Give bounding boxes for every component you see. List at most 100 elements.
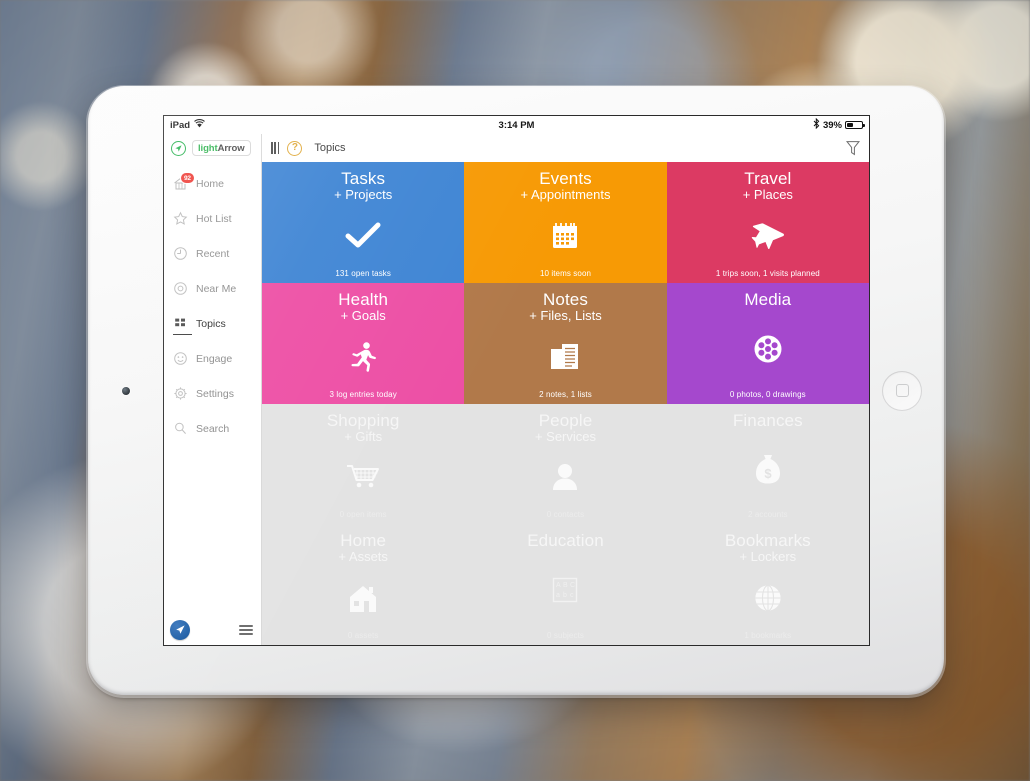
tile-footer: 0 photos, 0 drawings (729, 389, 806, 399)
svg-text:C: C (570, 582, 575, 589)
documents-icon (550, 324, 580, 390)
abc-block-icon: ABC abc (552, 549, 578, 631)
tile-title: Media (744, 289, 792, 309)
status-time: 3:14 PM (498, 119, 535, 131)
tile-tasks[interactable]: Tasks + Projects 131 open tasks (262, 162, 465, 283)
brand-row[interactable]: lightArrow (164, 134, 261, 162)
tile-subtitle: + Places (742, 187, 793, 202)
airplane-icon (751, 203, 785, 269)
sidebar-item-hot-list[interactable]: Hot List (164, 201, 261, 236)
tile-subtitle: + Projects (334, 187, 393, 202)
tile-footer: 0 contacts (546, 510, 585, 520)
sidebar-item-label: Hot List (196, 212, 232, 225)
columns-icon[interactable] (271, 142, 280, 154)
sidebar-item-label: Home (196, 177, 225, 190)
tile-shopping[interactable]: Shopping + Gifts 0 open items (262, 403, 465, 525)
tile-health[interactable]: Health + Goals 3 log entries today (262, 282, 465, 404)
tile-education[interactable]: Education ABC abc 0 subjects (464, 524, 667, 645)
help-question-icon[interactable]: ? (287, 140, 303, 156)
tile-subtitle: + Files, Lists (529, 307, 602, 323)
svg-text:B: B (563, 582, 568, 589)
sidebar-item-label: Near Me (196, 282, 237, 295)
svg-text:b: b (563, 592, 567, 599)
sidebar-item-engage[interactable]: Engage (164, 341, 261, 376)
tablet-screen: iPad 3:14 PM 39% lightArrow 92 Home Hot … (163, 115, 870, 646)
svg-text:c: c (570, 592, 574, 599)
tile-title: Events (539, 169, 592, 188)
tile-media[interactable]: Media 0 photos, 0 drawings (666, 282, 869, 404)
checkmark-icon (345, 203, 381, 269)
tile-footer: 10 items soon (539, 268, 592, 278)
target-icon (173, 281, 188, 296)
person-icon (552, 445, 578, 511)
gear-icon (173, 386, 188, 401)
search-icon (173, 421, 188, 436)
sidebar-item-home[interactable]: 92 Home (164, 166, 261, 201)
tile-bookmarks[interactable]: Bookmarks + Lockers 1 bookmarks (666, 524, 869, 645)
sidebar-nav: 92 Home Hot List Recent Near Me Topics E… (164, 162, 261, 446)
smiley-icon (173, 351, 188, 366)
tile-subtitle: + Lockers (739, 549, 797, 565)
tile-subtitle: + Gifts (344, 428, 383, 444)
tile-people[interactable]: People + Services 0 contacts (464, 403, 667, 525)
calendar-icon (552, 203, 578, 269)
svg-text:$: $ (764, 466, 772, 481)
home-icon: 92 (173, 172, 195, 191)
compass-icon[interactable] (170, 620, 190, 640)
tile-title: Bookmarks (724, 531, 811, 551)
tile-title: Health (338, 289, 389, 309)
tile-footer: 1 trips soon, 1 visits planned (715, 268, 820, 278)
sidebar-item-near-me[interactable]: Near Me (164, 271, 261, 306)
tile-footer: 1 bookmarks (744, 631, 792, 640)
sidebar-item-settings[interactable]: Settings (164, 376, 261, 411)
tile-title: People (538, 410, 593, 430)
tile-title: Finances (732, 410, 803, 430)
top-toolbar: ? Topics (262, 134, 869, 162)
filter-funnel-icon[interactable] (845, 140, 861, 156)
tile-footer: 0 open items (339, 510, 387, 520)
topics-grid: Tasks + Projects 131 open tasks Events +… (262, 162, 869, 645)
tile-footer: 131 open tasks (335, 268, 391, 278)
sidebar-item-label: Topics (196, 317, 226, 330)
tile-title: Education (527, 531, 604, 551)
grid-icon (173, 316, 188, 331)
sidebar-item-search[interactable]: Search (164, 411, 261, 446)
tile-finances[interactable]: Finances $ 2 accounts (666, 403, 869, 525)
tile-subtitle: + Appointments (520, 187, 611, 202)
active-indicator (173, 333, 192, 335)
sidebar-item-label: Engage (196, 352, 233, 365)
sidebar-item-topics[interactable]: Topics (164, 306, 261, 341)
svg-text:a: a (556, 592, 560, 599)
tile-footer: 0 subjects (546, 631, 584, 640)
hamburger-menu-icon[interactable] (239, 625, 253, 635)
sidebar-item-label: Recent (196, 247, 230, 260)
home-badge: 92 (180, 172, 195, 184)
film-reel-icon (753, 308, 783, 390)
sidebar-footer (164, 615, 261, 645)
bluetooth-icon (813, 117, 820, 132)
tile-travel[interactable]: Travel + Places 1 trips soon, 1 visits p… (666, 162, 869, 283)
tile-footer: 0 assets (347, 631, 379, 640)
tile-subtitle: + Services (534, 428, 597, 444)
runner-icon (350, 324, 377, 390)
tile-title: Home (340, 531, 387, 551)
sidebar-item-label: Settings (196, 387, 234, 400)
home-button[interactable] (882, 370, 922, 411)
shopping-cart-icon (346, 445, 380, 511)
sidebar-item-recent[interactable]: Recent (164, 236, 261, 271)
tile-events[interactable]: Events + Appointments 10 items soon (464, 162, 667, 283)
tile-footer: 2 notes, 1 lists (539, 389, 592, 399)
tile-notes[interactable]: Notes + Files, Lists 2 notes, 1 lists (464, 282, 667, 404)
tile-footer: 3 log entries today (329, 389, 397, 399)
svg-text:A: A (556, 582, 561, 589)
money-bag-icon: $ (755, 429, 780, 511)
front-camera-icon (122, 386, 130, 395)
ipad-device: iPad 3:14 PM 39% lightArrow 92 Home Hot … (88, 86, 944, 698)
lightarrow-circle-icon (171, 140, 186, 156)
tile-home[interactable]: Home + Assets 0 assets (262, 524, 465, 645)
sidebar-item-label: Search (196, 422, 230, 435)
tile-subtitle: + Assets (338, 549, 388, 565)
content-area: ? Topics Tasks + Projects 131 open tasks… (262, 134, 869, 645)
globe-icon (754, 565, 782, 631)
house-icon (348, 565, 378, 631)
